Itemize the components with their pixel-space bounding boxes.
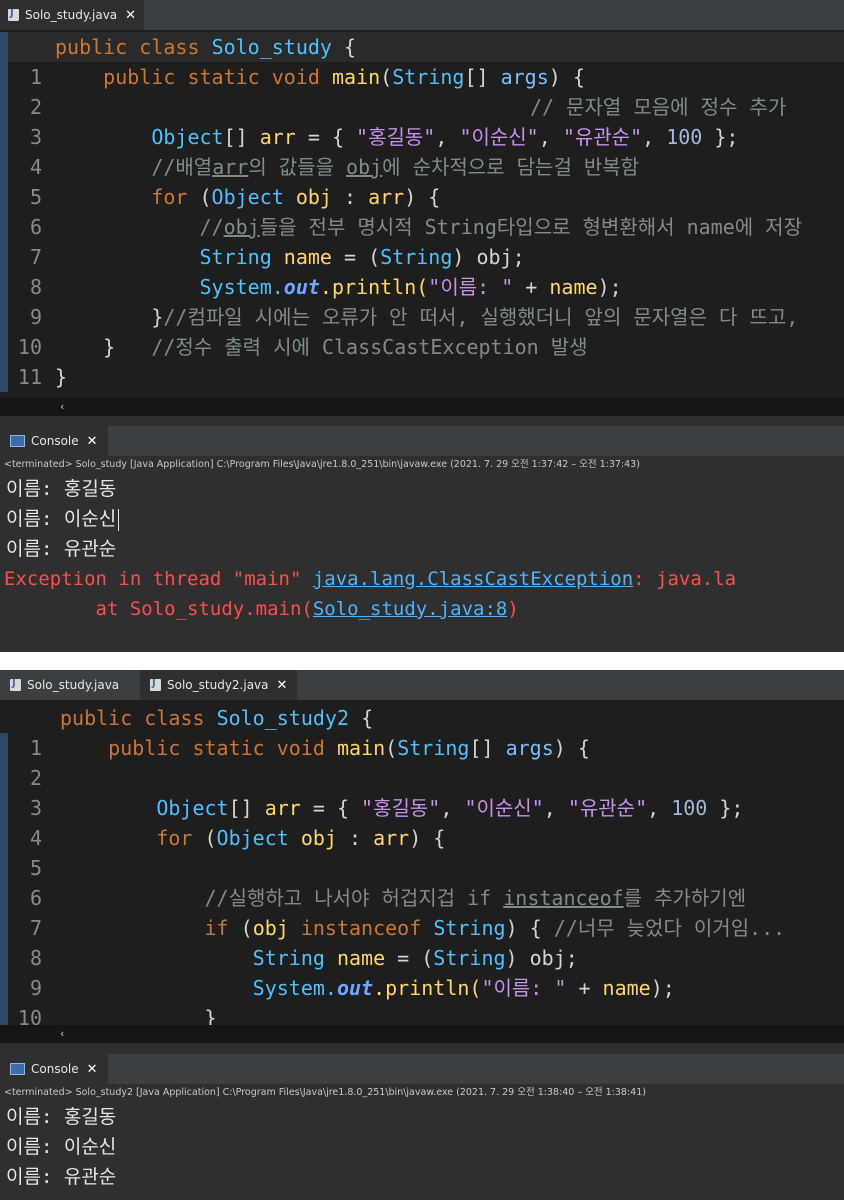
java-file-icon [8, 8, 19, 21]
close-tab-icon[interactable]: ✕ [277, 678, 288, 693]
horizontal-scrollbar[interactable]: ‹ [0, 398, 844, 416]
code-line: 10 }//컴파일 시에는 오류가 안 떠서, 실행했더니 앞의 문자열은 다 … [0, 302, 844, 359]
close-console-icon[interactable]: ✕ [87, 434, 98, 449]
code-editor[interactable]: 1 public class Solo_study { 2 public sta… [0, 30, 844, 398]
editor-tab-bar: Solo_study.java ✕ [0, 0, 844, 30]
console-output-line: 이름: 유관순 [6, 538, 117, 560]
console-output-line: 이름: 이순신 [6, 1136, 117, 1158]
code-line: 1 public class Solo_study { [0, 32, 844, 89]
code-line: 8 if (obj instanceof String) { //너무 늦었다 … [0, 913, 844, 970]
code-line: 5 for (Object obj : arr) { [0, 823, 844, 880]
editor-tab-bar: Solo_study.java Solo_study2.java ✕ [0, 670, 844, 700]
tab-solo-study[interactable]: Solo_study.java [0, 670, 129, 700]
console-tab-bar: Console ✕ [0, 1054, 844, 1084]
console-stacktrace-line: at Solo_study.main(Solo_study.java:8) [4, 598, 519, 620]
exception-link[interactable]: java.lang.ClassCastException [313, 568, 633, 590]
scroll-left-icon[interactable]: ‹ [60, 1025, 64, 1043]
console-output-line: 이름: 홍길동 [6, 478, 117, 500]
code-line: 7 //실행하고 나서야 허겁지겁 if instanceof를 추가하기엔 [0, 883, 844, 940]
tab-console[interactable]: Console ✕ [0, 1054, 108, 1084]
console-icon [10, 435, 25, 447]
code-line: 12 } [0, 362, 844, 398]
console-status: <terminated> Solo_study2 [Java Applicati… [0, 1085, 844, 1101]
console-icon [10, 1063, 25, 1075]
editor-panel-1: Solo_study.java ✕ 1 public class Solo_st… [0, 0, 844, 652]
code-line: 3 // 문자열 모음에 정수 추가 [0, 92, 844, 149]
tab-label: Solo_study.java [27, 678, 120, 692]
console-output-line: 이름: 유관순 [6, 1166, 117, 1188]
console-tab-bar: Console ✕ [0, 426, 844, 456]
code-line: 9 String name = (String) obj; [0, 943, 844, 1000]
code-line: 6 [0, 853, 844, 910]
tab-label: Solo_study.java [25, 8, 118, 22]
tab-solo-study[interactable]: Solo_study.java ✕ [0, 0, 145, 30]
java-file-icon [10, 678, 21, 691]
tab-solo-study2[interactable]: Solo_study2.java ✕ [140, 670, 298, 700]
console-output-line: 이름: 홍길동 [6, 1106, 117, 1128]
code-line: 7 //obj들을 전부 명시적 String타입으로 형변환해서 name에 … [0, 212, 844, 269]
code-line: 10 System.out.println("이름: " + name); [0, 973, 844, 1025]
horizontal-scrollbar[interactable]: ‹ [0, 1025, 844, 1043]
code-line: 11 } [0, 1003, 844, 1025]
code-line: 11 } //정수 출력 시에 ClassCastException 발생 [0, 332, 844, 389]
close-tab-icon[interactable]: ✕ [125, 8, 136, 23]
code-line: 2 public static void main(String[] args)… [0, 733, 844, 790]
code-line: 1 public class Solo_study2 { [29, 706, 374, 760]
console-status: <terminated> Solo_study [Java Applicatio… [0, 457, 844, 473]
code-line: 4 Object[] arr = { "홍길동", "이순신", "유관순", … [0, 793, 844, 850]
stacktrace-link[interactable]: Solo_study.java:8 [313, 598, 507, 620]
code-line: 2 public static void main(String[] args)… [0, 62, 844, 119]
console-exception-line: Exception in thread "main" java.lang.Cla… [4, 568, 737, 590]
code-line: 8 String name = (String) obj; [0, 242, 844, 299]
code-line: 5 //배열arr의 값들을 obj에 순차적으로 담는걸 반복함 [0, 152, 844, 209]
code-line: 4 Object[] arr = { "홍길동", "이순신", "유관순", … [0, 122, 844, 179]
text-caret [118, 508, 120, 531]
console-output-line: 이름: 이순신 [0, 504, 120, 534]
tab-label: Solo_study2.java [167, 678, 269, 692]
code-line: 9 System.out.println("이름: " + name); [0, 272, 844, 329]
scroll-left-icon[interactable]: ‹ [60, 398, 64, 416]
code-line: 6 for (Object obj : arr) { [0, 182, 844, 239]
tab-console[interactable]: Console ✕ [0, 426, 108, 456]
code-line: 3 [0, 763, 844, 820]
code-editor[interactable]: 1 public class Solo_study2 { 2 public st… [0, 700, 844, 1025]
close-console-icon[interactable]: ✕ [87, 1062, 98, 1077]
java-file-icon [150, 678, 161, 691]
editor-panel-2: Solo_study.java Solo_study2.java ✕ 1 pub… [0, 670, 844, 1200]
